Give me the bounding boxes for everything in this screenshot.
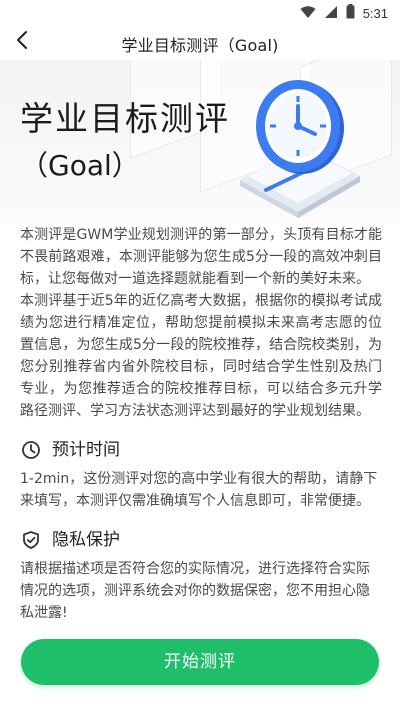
wifi-icon: [300, 4, 316, 23]
footer: 开始测评: [0, 630, 400, 712]
intro-paragraph: 本测评是GWM学业规划测评的第一部分，头顶有目标才能不畏前路艰难，本测评能够为您…: [20, 227, 382, 287]
content: 本测评是GWM学业规划测评的第一部分，头顶有目标才能不畏前路艰难，本测评能够为您…: [20, 224, 382, 624]
intro-paragraph: 本测评基于近5年的近亿高考大数据，根据你的模拟考试成绩为您进行精准定位，帮助您提…: [20, 293, 382, 419]
clock-on-book-illustration: [220, 72, 370, 222]
clock-icon: [20, 439, 42, 461]
status-bar: 5:31: [0, 0, 400, 24]
privacy-section-header: 隐私保护: [20, 526, 382, 554]
page-title: 学业目标测评（Goal): [121, 36, 279, 55]
start-assessment-button[interactable]: 开始测评: [21, 639, 379, 685]
time-section-header: 预计时间: [20, 436, 382, 464]
cellular-icon: [324, 4, 338, 23]
status-icons: 5:31: [300, 4, 388, 23]
status-time: 5:31: [362, 6, 388, 21]
hero-banner: 学业目标测评 （Goal）: [0, 60, 400, 224]
shield-check-icon: [20, 529, 42, 551]
battery-icon: [346, 4, 355, 23]
privacy-section-title: 隐私保护: [52, 530, 120, 550]
time-section-text: 1-2min，这份测评对您的高中学业有很大的帮助，请静下来填写，本测评仅需准确填…: [20, 471, 378, 509]
nav-bar: 学业目标测评（Goal): [0, 24, 400, 60]
hero-subtitle: （Goal）: [20, 149, 140, 182]
privacy-section-text: 请根据描述项是否符合您的实际情况，进行选择符合实际情况的选项，测评系统会对你的数…: [20, 561, 370, 621]
intro-text: 本测评是GWM学业规划测评的第一部分，头顶有目标才能不畏前路艰难，本测评能够为您…: [20, 224, 382, 422]
hero-title: 学业目标测评: [20, 99, 230, 138]
time-section-title: 预计时间: [52, 440, 120, 460]
